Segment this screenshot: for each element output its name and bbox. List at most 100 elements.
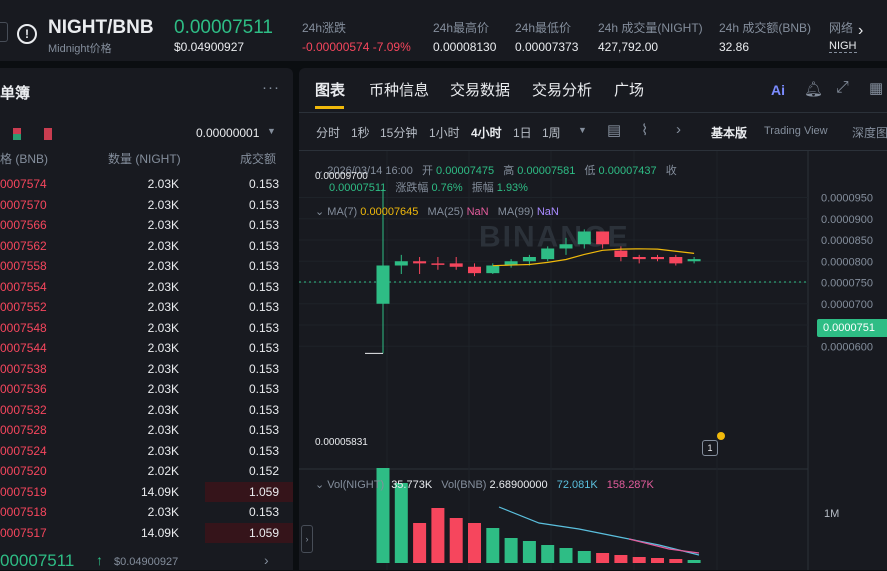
timeframe-15m[interactable]: 15分钟: [380, 124, 417, 141]
stat-value-volume: 427,792.00: [598, 40, 659, 54]
orderbook-view-asks-icon[interactable]: [44, 128, 52, 140]
bell-icon[interactable]: 🔔︎: [804, 80, 823, 98]
grid-layout-icon[interactable]: ▦: [869, 79, 883, 97]
timeframe-time[interactable]: 分时: [316, 124, 340, 141]
volume-bar: [559, 548, 573, 563]
chart-settings-icon[interactable]: 1: [702, 440, 718, 456]
ask-total: 0.153: [248, 361, 279, 376]
last-price-usd: $0.04900927: [174, 40, 245, 54]
ask-price: 0007524: [0, 443, 47, 458]
ask-row[interactable]: 0007554 2.03K 0.153: [0, 277, 293, 297]
chevron-right-icon[interactable]: ›: [676, 121, 681, 138]
ask-row[interactable]: 0007528 2.03K 0.153: [0, 420, 293, 440]
ask-quantity: 2.03K: [147, 402, 179, 417]
candle-body: [394, 261, 408, 266]
ask-row[interactable]: 0007548 2.03K 0.153: [0, 318, 293, 338]
stat-label-change: 24h涨跌: [302, 21, 347, 35]
pair-subtitle[interactable]: Midnight价格: [48, 40, 112, 56]
view-basic[interactable]: 基本版: [711, 124, 747, 141]
candle-body: [632, 257, 646, 260]
ohlc-amplitude: 1.93%: [496, 182, 528, 194]
legend-collapse-icon[interactable]: ⌄: [315, 479, 327, 491]
volume-bar: [596, 553, 610, 563]
candle-body: [559, 244, 573, 249]
pair-symbol[interactable]: NIGHT/BNB: [48, 17, 154, 39]
ask-row[interactable]: 0007517 14.09K 1.059: [0, 522, 293, 543]
calendar-icon[interactable]: ▤: [607, 121, 621, 139]
candle-body: [522, 257, 536, 262]
timeframe-4h[interactable]: 4小时: [471, 124, 502, 141]
volume-bar: [449, 518, 463, 563]
ask-row[interactable]: 0007524 2.03K 0.153: [0, 441, 293, 461]
ma7-label: MA(7): [327, 206, 358, 218]
ask-price: 0007517: [0, 525, 47, 540]
ask-row[interactable]: 0007552 2.03K 0.153: [0, 297, 293, 317]
ask-row[interactable]: 0007532 2.03K 0.153: [0, 400, 293, 420]
candle-body: [431, 263, 445, 265]
ask-row[interactable]: 0007536 2.03K 0.153: [0, 379, 293, 399]
ask-price: 0007518: [0, 505, 47, 519]
timeframe-1s[interactable]: 1秒: [351, 124, 370, 141]
candle-body: [541, 248, 555, 260]
ask-row[interactable]: 0007566 2.03K 0.153: [0, 215, 293, 235]
tabs-divider: [299, 112, 887, 113]
ask-row[interactable]: 0007570 2.03K 0.153: [0, 195, 293, 215]
expand-icon[interactable]: ⤢: [836, 79, 849, 97]
precision-select[interactable]: 0.00000001: [196, 126, 259, 140]
price-tick-label: 0.0000850: [821, 235, 873, 247]
ask-row[interactable]: 0007558 2.03K 0.153: [0, 256, 293, 276]
ohlc-high: 0.00007581: [517, 165, 576, 177]
ask-quantity: 2.03K: [147, 197, 179, 212]
tab-trade-analysis[interactable]: 交易分析: [532, 79, 592, 100]
indicator-icon[interactable]: ⌇: [641, 121, 648, 139]
tab-square[interactable]: 广场: [614, 79, 644, 100]
stat-value-high: 0.00008130: [433, 40, 497, 54]
orderbook-last-price[interactable]: 00007511: [0, 551, 74, 571]
ai-icon[interactable]: Ai: [771, 82, 785, 98]
orderbook-last-usd: $0.04900927: [114, 556, 179, 568]
timeframe-1w[interactable]: 1周: [542, 124, 561, 141]
stat-value-low: 0.00007373: [515, 40, 579, 54]
price-tick-label: 0.0000600: [821, 341, 873, 353]
collapse-arrow-icon[interactable]: [0, 22, 8, 42]
legend-collapse-icon[interactable]: ⌄: [315, 206, 327, 218]
ask-row[interactable]: 0007574 2.03K 0.153: [0, 174, 293, 194]
ask-row[interactable]: 0007518 2.03K 0.153: [0, 502, 293, 522]
ma7-value: 0.00007645: [360, 206, 419, 218]
orderbook-view-both-icon[interactable]: [13, 128, 21, 140]
stat-label-low: 24h最低价: [515, 21, 572, 35]
view-depth[interactable]: 深度图: [852, 124, 887, 141]
ask-row[interactable]: 0007562 2.03K 0.153: [0, 236, 293, 256]
chevron-down-icon[interactable]: ▼: [578, 125, 587, 135]
ma25-value: NaN: [466, 206, 489, 218]
tab-trade-data[interactable]: 交易数据: [450, 79, 510, 100]
tab-chart[interactable]: 图表: [315, 79, 345, 100]
ask-total: 0.153: [248, 197, 279, 212]
info-icon[interactable]: !: [17, 24, 37, 44]
ask-total: 0.153: [248, 218, 279, 232]
scroll-left-button[interactable]: ›: [301, 525, 313, 553]
ask-row[interactable]: 0007519 14.09K 1.059: [0, 481, 293, 502]
view-tradingview[interactable]: Trading View: [764, 125, 828, 137]
vol-bnb-value: 2.68900000: [489, 479, 548, 491]
volume-bar: [486, 528, 500, 563]
volume-bar: [541, 545, 555, 563]
more-options-icon[interactable]: ···: [262, 79, 280, 96]
timeframe-1d[interactable]: 1日: [513, 124, 532, 141]
volume-bar: [431, 508, 445, 563]
tab-coin-info[interactable]: 币种信息: [369, 79, 429, 100]
column-quantity: 数量 (NIGHT): [108, 152, 181, 166]
max-price-label: 0.00009700: [315, 171, 368, 182]
ask-total: 0.153: [248, 279, 279, 294]
chevron-down-icon[interactable]: ▼: [267, 126, 276, 136]
ask-row[interactable]: 0007538 2.03K 0.153: [0, 359, 293, 379]
ask-row[interactable]: 0007520 2.02K 0.152: [0, 461, 293, 481]
timeframe-1h[interactable]: 1小时: [429, 124, 460, 141]
vol-bnb-label: Vol(BNB): [441, 479, 487, 491]
ask-row[interactable]: 0007544 2.03K 0.153: [0, 338, 293, 358]
chevron-right-icon[interactable]: ›: [264, 552, 269, 568]
ohlc-close: 0.00007511: [329, 182, 387, 194]
chevron-right-icon[interactable]: ›: [858, 22, 863, 40]
ask-quantity: 2.03K: [147, 341, 179, 355]
volume-axis-label: 1M: [824, 508, 840, 520]
